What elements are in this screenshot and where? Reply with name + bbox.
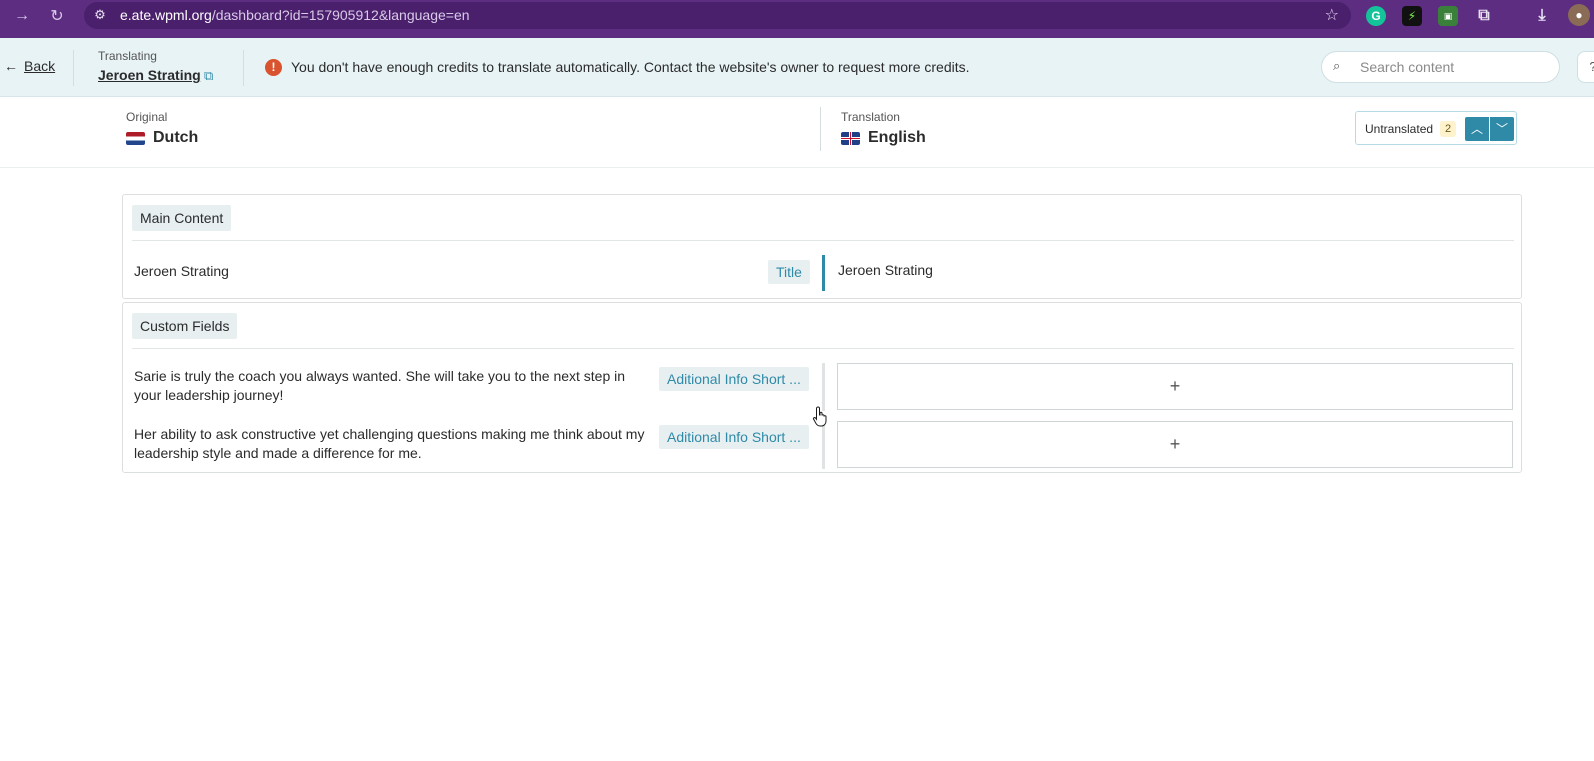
untranslated-label: Untranslated — [1365, 122, 1434, 136]
browser-toolbar: → ↻ ⚙ e.ate.wpml.org/dashboard?id=157905… — [0, 0, 1594, 31]
extension-icon[interactable]: ⚡ — [1402, 6, 1422, 26]
help-button[interactable]: ? — [1577, 51, 1594, 83]
back-arrow-icon: ← — [4, 58, 18, 74]
translation-language-name: English — [868, 129, 926, 146]
translation-label: Translation — [841, 110, 900, 124]
url-text[interactable]: e.ate.wpml.org/dashboard?id=157905912&la… — [120, 2, 470, 29]
credits-alert-text: You don't have enough credits to transla… — [291, 59, 970, 75]
alert-icon: ! — [265, 59, 282, 76]
source-text: Sarie is truly the coach you always want… — [134, 368, 626, 403]
field-type-tag: Aditional Info Short ... — [659, 425, 809, 449]
original-language-name: Dutch — [153, 129, 199, 146]
row-divider-active — [822, 255, 825, 291]
grammarly-extension-icon[interactable]: G — [1366, 6, 1386, 26]
add-translation-button[interactable]: + — [837, 421, 1513, 468]
section-title: Main Content — [132, 205, 232, 231]
target-text[interactable]: Jeroen Strating — [838, 262, 933, 278]
add-translation-button[interactable]: + — [837, 363, 1513, 410]
source-text: Her ability to ask constructive yet chal… — [134, 426, 645, 461]
external-link-icon[interactable]: ⧉ — [204, 68, 213, 84]
reload-icon[interactable]: ↻ — [47, 0, 67, 31]
search-box[interactable]: ⌕ — [1321, 51, 1560, 83]
section-divider — [132, 240, 1514, 241]
extensions-puzzle-icon[interactable]: ⧉ — [1474, 6, 1494, 26]
language-divider — [820, 107, 821, 151]
back-button[interactable]: ← Back — [4, 58, 55, 74]
header-divider — [243, 50, 244, 86]
translation-language: English — [841, 129, 926, 147]
bookmark-star-icon[interactable]: ☆ — [1325, 2, 1339, 29]
source-text: Jeroen Strating — [134, 263, 229, 279]
address-bar[interactable]: ⚙ e.ate.wpml.org/dashboard?id=157905912&… — [84, 2, 1351, 29]
uk-flag-icon — [841, 131, 860, 145]
translating-item-link[interactable]: Jeroen Strating — [98, 67, 201, 83]
untranslated-count-badge: 2 — [1440, 121, 1456, 137]
original-label: Original — [126, 110, 168, 124]
original-language: Dutch — [126, 129, 198, 147]
forward-icon[interactable]: → — [12, 0, 32, 31]
main-content-section: Main Content Jeroen Strating Title Jeroe… — [122, 194, 1522, 299]
field-type-tag: Title — [768, 260, 810, 284]
editor-header: ← Back Translating Jeroen Strating ⧉ ! Y… — [0, 38, 1594, 97]
search-icon: ⌕ — [1333, 58, 1341, 73]
section-title: Custom Fields — [132, 313, 238, 339]
profile-avatar[interactable]: ● — [1568, 4, 1590, 26]
back-label[interactable]: Back — [24, 58, 55, 74]
download-icon[interactable]: ⤓ — [1532, 6, 1552, 26]
row-divider — [822, 421, 825, 469]
previous-untranslated-button[interactable]: ︿ — [1465, 117, 1489, 141]
extension-icon-2[interactable]: ▣ — [1438, 6, 1458, 26]
netherlands-flag-icon — [126, 131, 145, 145]
header-divider — [73, 50, 74, 86]
search-input[interactable] — [1360, 57, 1550, 77]
row-divider — [822, 363, 825, 411]
hand-cursor-icon — [812, 406, 827, 427]
translating-label: Translating — [98, 49, 157, 63]
site-settings-icon[interactable]: ⚙ — [92, 7, 108, 23]
language-bar: Original Dutch Translation English Untra… — [0, 97, 1594, 168]
section-divider — [132, 348, 1514, 349]
custom-fields-section: Custom Fields Sarie is truly the coach y… — [122, 302, 1522, 473]
untranslated-filter[interactable]: Untranslated 2 ︿ ﹀ — [1355, 111, 1517, 145]
browser-toolbar-bottom — [0, 31, 1594, 38]
field-type-tag: Aditional Info Short ... — [659, 367, 809, 391]
next-untranslated-button[interactable]: ﹀ — [1490, 117, 1514, 141]
